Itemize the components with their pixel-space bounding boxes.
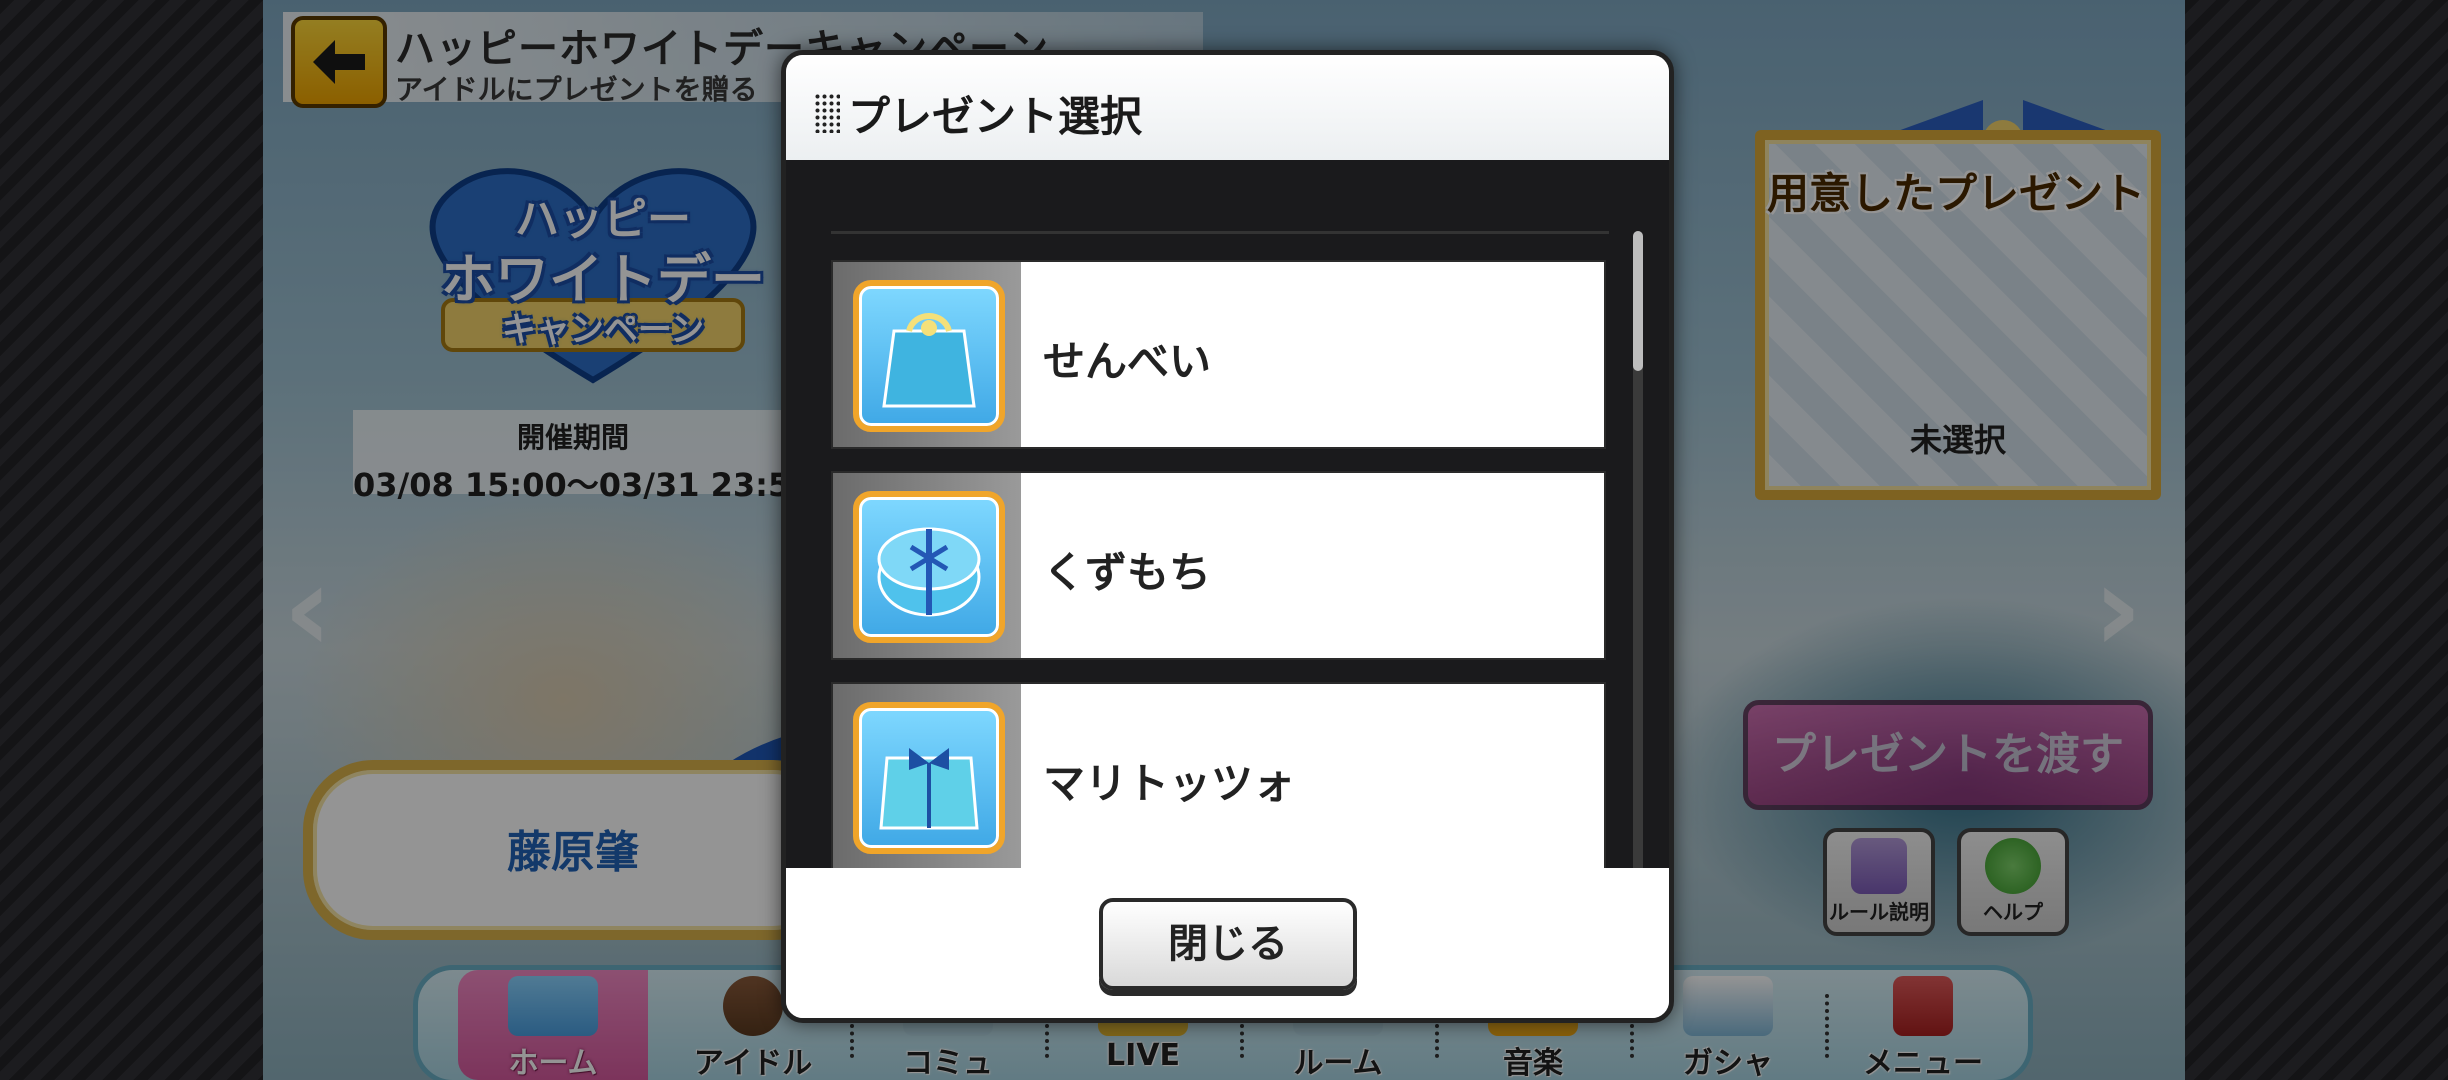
present-item-name: せんべい bbox=[1043, 337, 1212, 386]
grip-icon bbox=[814, 93, 840, 133]
present-item-senbei[interactable]: せんべい bbox=[831, 260, 1606, 449]
scrollbar-thumb[interactable] bbox=[1633, 231, 1643, 371]
dialog-title: プレゼント選択 bbox=[848, 92, 1143, 141]
present-item-kuzumochi[interactable]: くずもち bbox=[831, 471, 1606, 660]
gift-wrap-icon bbox=[853, 702, 1005, 854]
present-item-name: マリトッツォ bbox=[1043, 759, 1296, 808]
gift-bag-icon bbox=[853, 280, 1005, 432]
present-item-name: くずもち bbox=[1043, 548, 1212, 597]
list-scrollbar[interactable] bbox=[1633, 231, 1643, 901]
present-select-dialog: プレゼント選択 せんべい くずもち マリトッツォ 閉じる bbox=[781, 50, 1674, 1023]
list-divider bbox=[831, 231, 1609, 234]
dialog-footer: 閉じる bbox=[786, 868, 1669, 1018]
right-letterbox bbox=[2185, 0, 2448, 1080]
present-list: せんべい くずもち マリトッツォ bbox=[786, 160, 1669, 920]
dialog-header: プレゼント選択 bbox=[786, 55, 1669, 160]
left-letterbox bbox=[0, 0, 263, 1080]
close-button[interactable]: 閉じる bbox=[1099, 898, 1357, 990]
present-item-maritozzo[interactable]: マリトッツォ bbox=[831, 682, 1606, 871]
round-gift-box-icon bbox=[853, 491, 1005, 643]
